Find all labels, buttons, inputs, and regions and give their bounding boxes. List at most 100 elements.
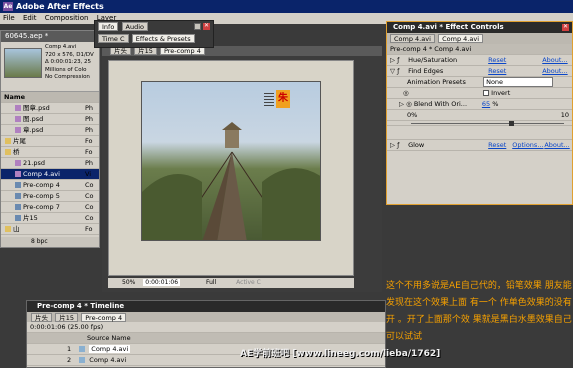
layer-number: 1: [67, 345, 72, 353]
tab-effect-layer[interactable]: Comp 4.avi: [438, 34, 484, 43]
layer-icon: [79, 346, 86, 352]
project-item[interactable]: 章.psd Ph: [1, 125, 99, 136]
tab-audio[interactable]: Audio: [121, 22, 149, 31]
project-item[interactable]: 21.psd Ph: [1, 158, 99, 169]
project-column-header[interactable]: Name: [1, 92, 99, 103]
stopwatch-icon[interactable]: ▷ ◎: [399, 100, 414, 108]
timeline-tab-active[interactable]: Pre-comp 4: [81, 313, 127, 322]
comp-timecode[interactable]: 0:00:01:06: [143, 279, 181, 286]
effect-spacer: [387, 126, 572, 140]
project-tab-label: 60645.aep *: [5, 32, 49, 40]
timeline-timecode[interactable]: 0:00:01:06 (25.00 fps): [30, 323, 103, 331]
menu-file[interactable]: File: [0, 14, 18, 22]
project-item[interactable]: Pre-comp 5 Co: [1, 191, 99, 202]
tab-effects-presets[interactable]: Effects & Presets: [131, 34, 195, 43]
stopwatch-icon[interactable]: ◎: [403, 88, 481, 98]
watermark-text: AE学前班吧 [www.lineeg.com/lieba/1762]: [240, 349, 441, 359]
timeline-tab[interactable]: 片头: [31, 313, 52, 322]
comp-viewer: 片头 片15 Pre-comp 4 朱 50% 0:00:01:06 Full …: [102, 46, 382, 292]
col-source-name[interactable]: Source Name: [87, 334, 131, 342]
slider-thumb[interactable]: [509, 121, 514, 126]
minimize-icon[interactable]: [194, 23, 201, 30]
project-item[interactable]: 片尾 Fo: [1, 136, 99, 147]
project-item-type: Fo: [85, 148, 93, 156]
tab-time-controls[interactable]: Time C: [98, 34, 129, 43]
layer-number: 2: [67, 356, 72, 364]
close-icon[interactable]: ✕: [562, 24, 569, 31]
folder-icon: [5, 149, 11, 155]
project-item-type: Ph: [85, 159, 94, 167]
tab-effect-source[interactable]: Comp 4.avi: [390, 34, 435, 43]
menu-composition[interactable]: Composition: [42, 14, 92, 22]
file-icon: [15, 215, 21, 221]
about-link[interactable]: About...: [544, 141, 569, 149]
project-info: Comp 4.avi 720 x 576, D1/DV Δ 0:00:01:23…: [45, 44, 94, 82]
project-item[interactable]: 图.psd Ph: [1, 114, 99, 125]
options-link[interactable]: Options...: [512, 140, 543, 150]
presets-select[interactable]: None: [483, 77, 554, 87]
app-logo-icon: Ae: [3, 2, 13, 11]
invert-checkbox[interactable]: [483, 90, 490, 96]
reset-link[interactable]: Reset: [488, 55, 540, 65]
folder-icon: [5, 226, 11, 232]
expand-icon[interactable]: ▷ ƒ: [390, 140, 406, 150]
timeline-tab[interactable]: 片15: [55, 313, 79, 322]
project-tab[interactable]: 60645.aep *: [1, 31, 99, 42]
timeline-title: Pre-comp 4 * Timeline: [27, 301, 385, 312]
expand-icon[interactable]: ▷ ƒ: [390, 55, 406, 65]
layer-name[interactable]: Comp 4.avi: [89, 345, 131, 353]
timeline-title-text: Pre-comp 4 * Timeline: [37, 302, 125, 310]
blend-slider-row: 0% 10: [387, 110, 572, 121]
reset-link[interactable]: Reset: [488, 140, 510, 150]
file-icon: [15, 193, 21, 199]
comp-canvas[interactable]: 朱: [108, 60, 354, 276]
project-item[interactable]: 片15 Co: [1, 213, 99, 224]
watermark: AE学前班吧 [www.lineeg.com/lieba/1762]: [240, 346, 440, 359]
reset-link[interactable]: Reset: [488, 66, 540, 76]
effect-breadcrumb: Pre-comp 4 * Comp 4.avi: [387, 44, 572, 55]
menu-edit[interactable]: Edit: [20, 14, 40, 22]
app-title-bar: Ae Adobe After Effects: [0, 0, 573, 13]
effect-row-glow: ▷ ƒ Glow Reset Options... About...: [387, 140, 572, 151]
project-footer: 8 bpc: [1, 237, 99, 247]
effect-name: Glow: [408, 141, 425, 149]
project-item-name: Pre-comp 7: [23, 203, 60, 211]
info-line: 720 x 576, D1/DV: [45, 51, 94, 58]
project-preview: Comp 4.avi 720 x 576, D1/DV Δ 0:00:01:23…: [1, 42, 99, 92]
expand-icon[interactable]: ▽ ƒ: [390, 66, 406, 76]
project-item[interactable]: Comp 4.avi Vi: [1, 169, 99, 180]
project-item[interactable]: Pre-comp 7 Co: [1, 202, 99, 213]
close-icon[interactable]: ✕: [203, 23, 210, 30]
project-item-type: Vi: [85, 170, 92, 178]
project-item-type: Co: [85, 214, 94, 222]
camera-select[interactable]: Active C: [236, 279, 261, 286]
effect-name: Hue/Saturation: [408, 56, 458, 64]
project-item[interactable]: Pre-comp 4 Co: [1, 180, 99, 191]
project-item[interactable]: 桥 Fo: [1, 147, 99, 158]
info-line: Δ 0:00:01:23, 25: [45, 59, 92, 65]
effect-tabs: Comp 4.avi Comp 4.avi: [387, 33, 572, 44]
annotation-text: 这个不用多说是AE自己代的，铅笔效果 朋友能发现在这个效果上面 有一个 作单色效…: [386, 278, 573, 348]
file-icon: [15, 116, 21, 122]
blend-unit: %: [492, 100, 499, 108]
project-item-name: 山: [13, 225, 20, 233]
project-item-name: 21.psd: [23, 159, 45, 167]
layer-name[interactable]: Comp 4.avi: [89, 356, 126, 364]
blend-slider[interactable]: [387, 121, 572, 126]
bit-depth[interactable]: 8 bpc: [31, 238, 48, 245]
effect-name: Find Edges: [408, 67, 444, 75]
project-item-type: Co: [85, 203, 94, 211]
tab-info[interactable]: Info: [98, 22, 119, 31]
project-item[interactable]: 山 Fo: [1, 224, 99, 235]
about-link[interactable]: About...: [542, 67, 567, 75]
zoom-level[interactable]: 50%: [122, 279, 135, 286]
slider-max: 10: [560, 111, 569, 119]
effect-controls-panel: Comp 4.avi * Effect Controls ✕ Comp 4.av…: [386, 21, 573, 205]
about-link[interactable]: About...: [542, 56, 567, 64]
bridge-illustration: [142, 122, 320, 240]
project-item-name: 章.psd: [23, 126, 44, 134]
blend-value[interactable]: 65: [482, 100, 490, 108]
resolution-select[interactable]: Full: [206, 279, 216, 286]
project-panel: 60645.aep * Comp 4.avi 720 x 576, D1/DV …: [0, 30, 100, 248]
project-item[interactable]: 图章.psd Ph: [1, 103, 99, 114]
